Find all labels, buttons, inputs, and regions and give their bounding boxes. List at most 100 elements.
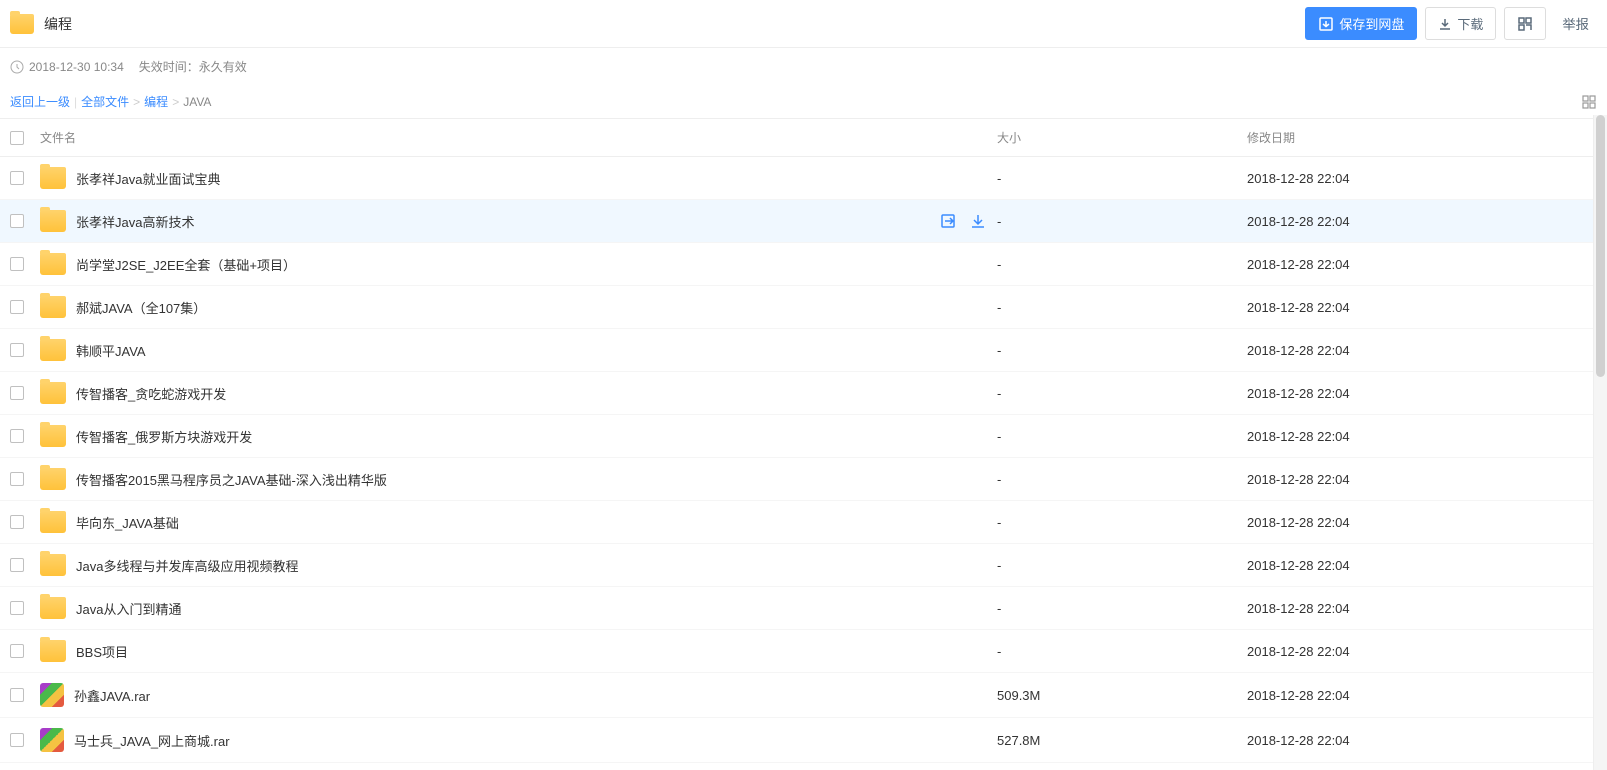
folder-icon <box>40 339 66 361</box>
row-checkbox[interactable] <box>10 386 24 400</box>
scrollbar-thumb[interactable] <box>1596 115 1605 377</box>
row-size: - <box>997 515 1247 530</box>
file-row[interactable]: 孙鑫JAVA.rar 509.3M2018-12-28 22:04 <box>0 673 1607 718</box>
share-icon[interactable] <box>939 212 957 230</box>
folder-icon <box>40 554 66 576</box>
row-date: 2018-12-28 22:04 <box>1247 515 1597 530</box>
row-name-col: Java从入门到精通 <box>40 597 997 619</box>
row-size: - <box>997 171 1247 186</box>
row-date: 2018-12-28 22:04 <box>1247 386 1597 401</box>
file-row[interactable]: BBS项目-2018-12-28 22:04 <box>0 630 1607 673</box>
row-name-col: BBS项目 <box>40 640 997 662</box>
header-left: 编程 <box>10 14 72 34</box>
row-checkbox[interactable] <box>10 257 24 271</box>
header-size-col[interactable]: 大小 <box>997 129 1247 146</box>
row-checkbox[interactable] <box>10 343 24 357</box>
table-header: 文件名 大小 修改日期 <box>0 118 1607 157</box>
file-name[interactable]: 张孝祥Java就业面试宝典 <box>76 169 220 188</box>
row-checkbox[interactable] <box>10 601 24 615</box>
timestamp-text: 2018-12-30 10:34 <box>29 60 124 74</box>
download-icon[interactable] <box>969 212 987 230</box>
file-row[interactable]: 尚学堂J2SE_J2EE全套（基础+项目）-2018-12-28 22:04 <box>0 243 1607 286</box>
row-date: 2018-12-28 22:04 <box>1247 688 1597 703</box>
clock-icon <box>10 60 24 74</box>
report-button[interactable]: 举报 <box>1554 7 1597 40</box>
file-row[interactable]: 张孝祥Java就业面试宝典 -2018-12-28 22:04 <box>0 157 1607 200</box>
breadcrumb-all-files[interactable]: 全部文件 <box>81 93 129 110</box>
row-size: - <box>997 644 1247 659</box>
row-size: - <box>997 257 1247 272</box>
view-toggle[interactable] <box>1581 94 1597 110</box>
row-checkbox-col <box>10 300 40 314</box>
file-name[interactable]: 传智播客2015黑马程序员之JAVA基础-深入浅出精华版 <box>76 470 387 489</box>
save-to-disk-button[interactable]: 保存到网盘 <box>1305 7 1417 40</box>
scrollbar[interactable] <box>1593 115 1607 770</box>
row-size: 527.8M <box>997 733 1247 748</box>
download-label: 下载 <box>1457 14 1483 33</box>
row-checkbox[interactable] <box>10 558 24 572</box>
file-name[interactable]: Java从入门到精通 <box>76 599 181 618</box>
row-checkbox[interactable] <box>10 300 24 314</box>
row-name-col: 传智播客2015黑马程序员之JAVA基础-深入浅出精华版 <box>40 468 997 490</box>
file-list: 张孝祥Java就业面试宝典-2018-12-28 22:04张孝祥Java高新技… <box>0 157 1607 763</box>
breadcrumb-programming[interactable]: 编程 <box>144 93 168 110</box>
row-date: 2018-12-28 22:04 <box>1247 300 1597 315</box>
row-date: 2018-12-28 22:04 <box>1247 171 1597 186</box>
row-checkbox[interactable] <box>10 171 24 185</box>
file-name[interactable]: 尚学堂J2SE_J2EE全套（基础+项目） <box>76 255 296 274</box>
file-row[interactable]: 张孝祥Java高新技术 -2018-12-28 22:04 <box>0 200 1607 243</box>
row-name-col: 尚学堂J2SE_J2EE全套（基础+项目） <box>40 253 997 275</box>
row-checkbox[interactable] <box>10 429 24 443</box>
grid-view-icon[interactable] <box>1581 94 1597 110</box>
row-checkbox[interactable] <box>10 733 24 747</box>
meta-row: 2018-12-30 10:34 失效时间：永久有效 <box>0 48 1607 85</box>
qr-button[interactable] <box>1504 7 1546 40</box>
row-checkbox[interactable] <box>10 515 24 529</box>
file-row[interactable]: Java多线程与并发库高级应用视频教程-2018-12-28 22:04 <box>0 544 1607 587</box>
header-name-col[interactable]: 文件名 <box>40 129 997 146</box>
row-size: - <box>997 300 1247 315</box>
file-name[interactable]: 马士兵_JAVA_网上商城.rar <box>74 731 230 750</box>
file-row[interactable]: 传智播客_俄罗斯方块游戏开发-2018-12-28 22:04 <box>0 415 1607 458</box>
file-row[interactable]: 马士兵_JAVA_网上商城.rar 527.8M2018-12-28 22:04 <box>0 718 1607 763</box>
file-name[interactable]: 孙鑫JAVA.rar <box>74 686 150 705</box>
row-checkbox[interactable] <box>10 472 24 486</box>
file-row[interactable]: 传智播客_贪吃蛇游戏开发 -2018-12-28 22:04 <box>0 372 1607 415</box>
breadcrumb-back[interactable]: 返回上一级 <box>10 93 70 110</box>
row-checkbox[interactable] <box>10 688 24 702</box>
row-checkbox-col <box>10 386 40 400</box>
row-name-col: 传智播客_俄罗斯方块游戏开发 <box>40 425 997 447</box>
file-name[interactable]: 韩顺平JAVA <box>76 341 146 360</box>
file-name[interactable]: 传智播客_贪吃蛇游戏开发 <box>76 384 226 403</box>
header-date-col[interactable]: 修改日期 <box>1247 129 1597 146</box>
row-date: 2018-12-28 22:04 <box>1247 601 1597 616</box>
file-name[interactable]: BBS项目 <box>76 642 128 661</box>
download-button[interactable]: 下载 <box>1425 7 1496 40</box>
file-row[interactable]: 郝斌JAVA（全107集） -2018-12-28 22:04 <box>0 286 1607 329</box>
row-name-col: 马士兵_JAVA_网上商城.rar <box>40 728 997 752</box>
row-checkbox-col <box>10 644 40 658</box>
file-name[interactable]: 毕向东_JAVA基础 <box>76 513 179 532</box>
row-size: - <box>997 386 1247 401</box>
row-checkbox-col <box>10 688 40 702</box>
row-name-col: 张孝祥Java高新技术 <box>40 210 997 232</box>
row-size: 509.3M <box>997 688 1247 703</box>
row-date: 2018-12-28 22:04 <box>1247 214 1597 229</box>
page-title: 编程 <box>44 14 72 34</box>
row-checkbox[interactable] <box>10 214 24 228</box>
file-name[interactable]: 传智播客_俄罗斯方块游戏开发 <box>76 427 252 446</box>
file-name[interactable]: 郝斌JAVA（全107集） <box>76 298 206 317</box>
breadcrumb-current: JAVA <box>183 95 211 109</box>
file-row[interactable]: 韩顺平JAVA-2018-12-28 22:04 <box>0 329 1607 372</box>
file-name[interactable]: 张孝祥Java高新技术 <box>76 212 194 231</box>
select-all-checkbox[interactable] <box>10 131 24 145</box>
expire-text: 失效时间：永久有效 <box>139 58 247 75</box>
row-checkbox-col <box>10 472 40 486</box>
row-checkbox-col <box>10 601 40 615</box>
file-row[interactable]: 传智播客2015黑马程序员之JAVA基础-深入浅出精华版-2018-12-28 … <box>0 458 1607 501</box>
file-name[interactable]: Java多线程与并发库高级应用视频教程 <box>76 556 298 575</box>
file-row[interactable]: Java从入门到精通-2018-12-28 22:04 <box>0 587 1607 630</box>
file-row[interactable]: 毕向东_JAVA基础 -2018-12-28 22:04 <box>0 501 1607 544</box>
row-date: 2018-12-28 22:04 <box>1247 733 1597 748</box>
row-checkbox[interactable] <box>10 644 24 658</box>
